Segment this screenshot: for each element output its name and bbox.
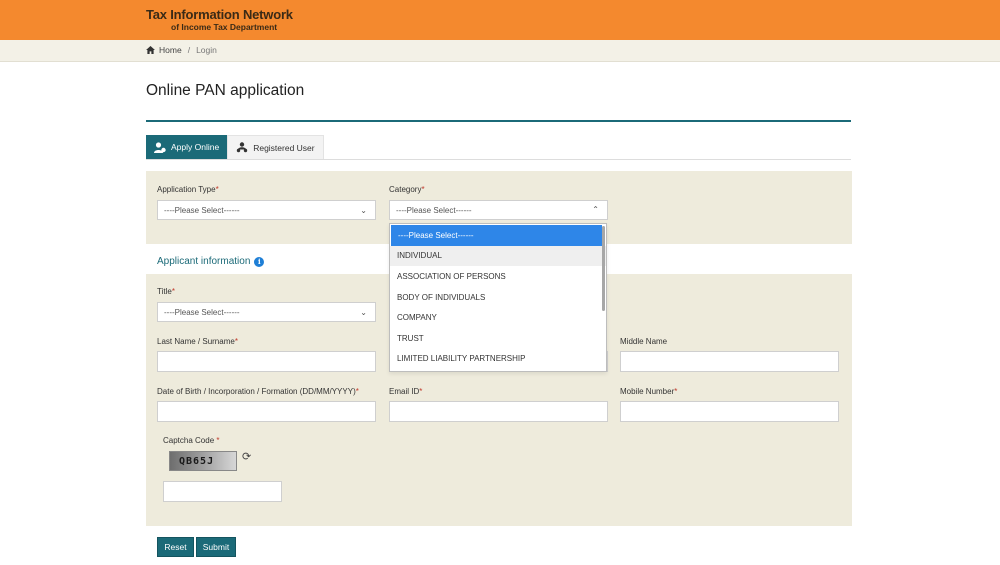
title-select[interactable]: ----Please Select------ ⌄ bbox=[157, 302, 376, 322]
breadcrumb-bar: Home / Login bbox=[0, 40, 1000, 62]
logo-title[interactable]: Tax Information Network bbox=[146, 7, 293, 22]
chevron-down-icon: ⌄ bbox=[360, 206, 367, 215]
last-name-label: Last Name / Surname* bbox=[157, 337, 238, 346]
refresh-icon[interactable]: ⟳ bbox=[242, 450, 251, 463]
category-value: ----Please Select------ bbox=[396, 205, 472, 215]
application-type-select[interactable]: ----Please Select------ ⌄ bbox=[157, 200, 376, 220]
section-title: Applicant information bbox=[157, 256, 251, 267]
category-label: Category* bbox=[389, 185, 425, 194]
tab-label: Apply Online bbox=[171, 142, 220, 152]
dropdown-option[interactable]: ----Please Select------ bbox=[391, 225, 602, 246]
middle-name-label: Middle Name bbox=[620, 337, 668, 346]
tab-label: Registered User bbox=[253, 142, 315, 153]
breadcrumb-current: Login bbox=[196, 45, 217, 55]
dropdown-scrollbar[interactable] bbox=[602, 226, 605, 311]
email-input[interactable] bbox=[389, 401, 608, 422]
users-icon bbox=[237, 142, 248, 153]
reset-button[interactable]: Reset bbox=[157, 537, 194, 557]
captcha-image: QB65J bbox=[169, 451, 237, 471]
mobile-input[interactable] bbox=[620, 401, 839, 422]
tab-apply-online[interactable]: Apply Online bbox=[146, 135, 228, 159]
applicant-section-heading: Applicant information i bbox=[157, 256, 265, 267]
dropdown-option[interactable]: COMPANY bbox=[390, 307, 606, 328]
captcha-label: Captcha Code * bbox=[163, 436, 220, 445]
dropdown-option[interactable]: ASSOCIATION OF PERSONS bbox=[390, 266, 606, 287]
title-divider bbox=[146, 120, 851, 122]
captcha-input[interactable] bbox=[163, 481, 282, 502]
last-name-input[interactable] bbox=[157, 351, 376, 372]
chevron-up-icon: ⌃ bbox=[592, 205, 599, 214]
info-icon[interactable]: i bbox=[254, 256, 265, 267]
middle-name-input[interactable] bbox=[620, 351, 839, 372]
logo-subtitle: of Income Tax Department bbox=[171, 22, 278, 32]
dropdown-option[interactable]: BODY OF INDIVIDUALS bbox=[390, 287, 606, 308]
breadcrumb: Home / Login bbox=[146, 45, 217, 55]
user-icon bbox=[154, 141, 166, 153]
application-type-label: Application Type* bbox=[157, 185, 219, 194]
tab-registered-user[interactable]: Registered User bbox=[227, 135, 324, 159]
breadcrumb-separator: / bbox=[187, 45, 191, 55]
tab-bar: Apply Online Registered User bbox=[146, 135, 324, 159]
dropdown-option[interactable]: TRUST bbox=[390, 328, 606, 349]
site-header: Tax Information Network of Income Tax De… bbox=[0, 0, 1000, 40]
mobile-label: Mobile Number* bbox=[620, 387, 678, 396]
email-label: Email ID* bbox=[389, 387, 423, 396]
chevron-down-icon: ⌄ bbox=[360, 308, 367, 317]
title-label: Title* bbox=[157, 287, 175, 296]
tab-divider bbox=[146, 159, 851, 160]
home-icon[interactable] bbox=[146, 46, 155, 54]
dob-label: Date of Birth / Incorporation / Formatio… bbox=[157, 387, 359, 396]
page-title: Online PAN application bbox=[146, 82, 305, 99]
dropdown-option[interactable]: LIMITED LIABILITY PARTNERSHIP bbox=[390, 349, 606, 370]
dropdown-option[interactable]: INDIVIDUAL bbox=[390, 245, 606, 267]
title-value: ----Please Select------ bbox=[164, 307, 240, 317]
application-type-value: ----Please Select------ bbox=[164, 205, 240, 215]
category-select[interactable]: ----Please Select------ ⌃ bbox=[389, 200, 608, 220]
dob-input[interactable] bbox=[157, 401, 376, 422]
breadcrumb-home[interactable]: Home bbox=[159, 45, 182, 55]
submit-button[interactable]: Submit bbox=[196, 537, 236, 557]
category-dropdown-list: ----Please Select------ INDIVIDUAL ASSOC… bbox=[389, 223, 607, 372]
